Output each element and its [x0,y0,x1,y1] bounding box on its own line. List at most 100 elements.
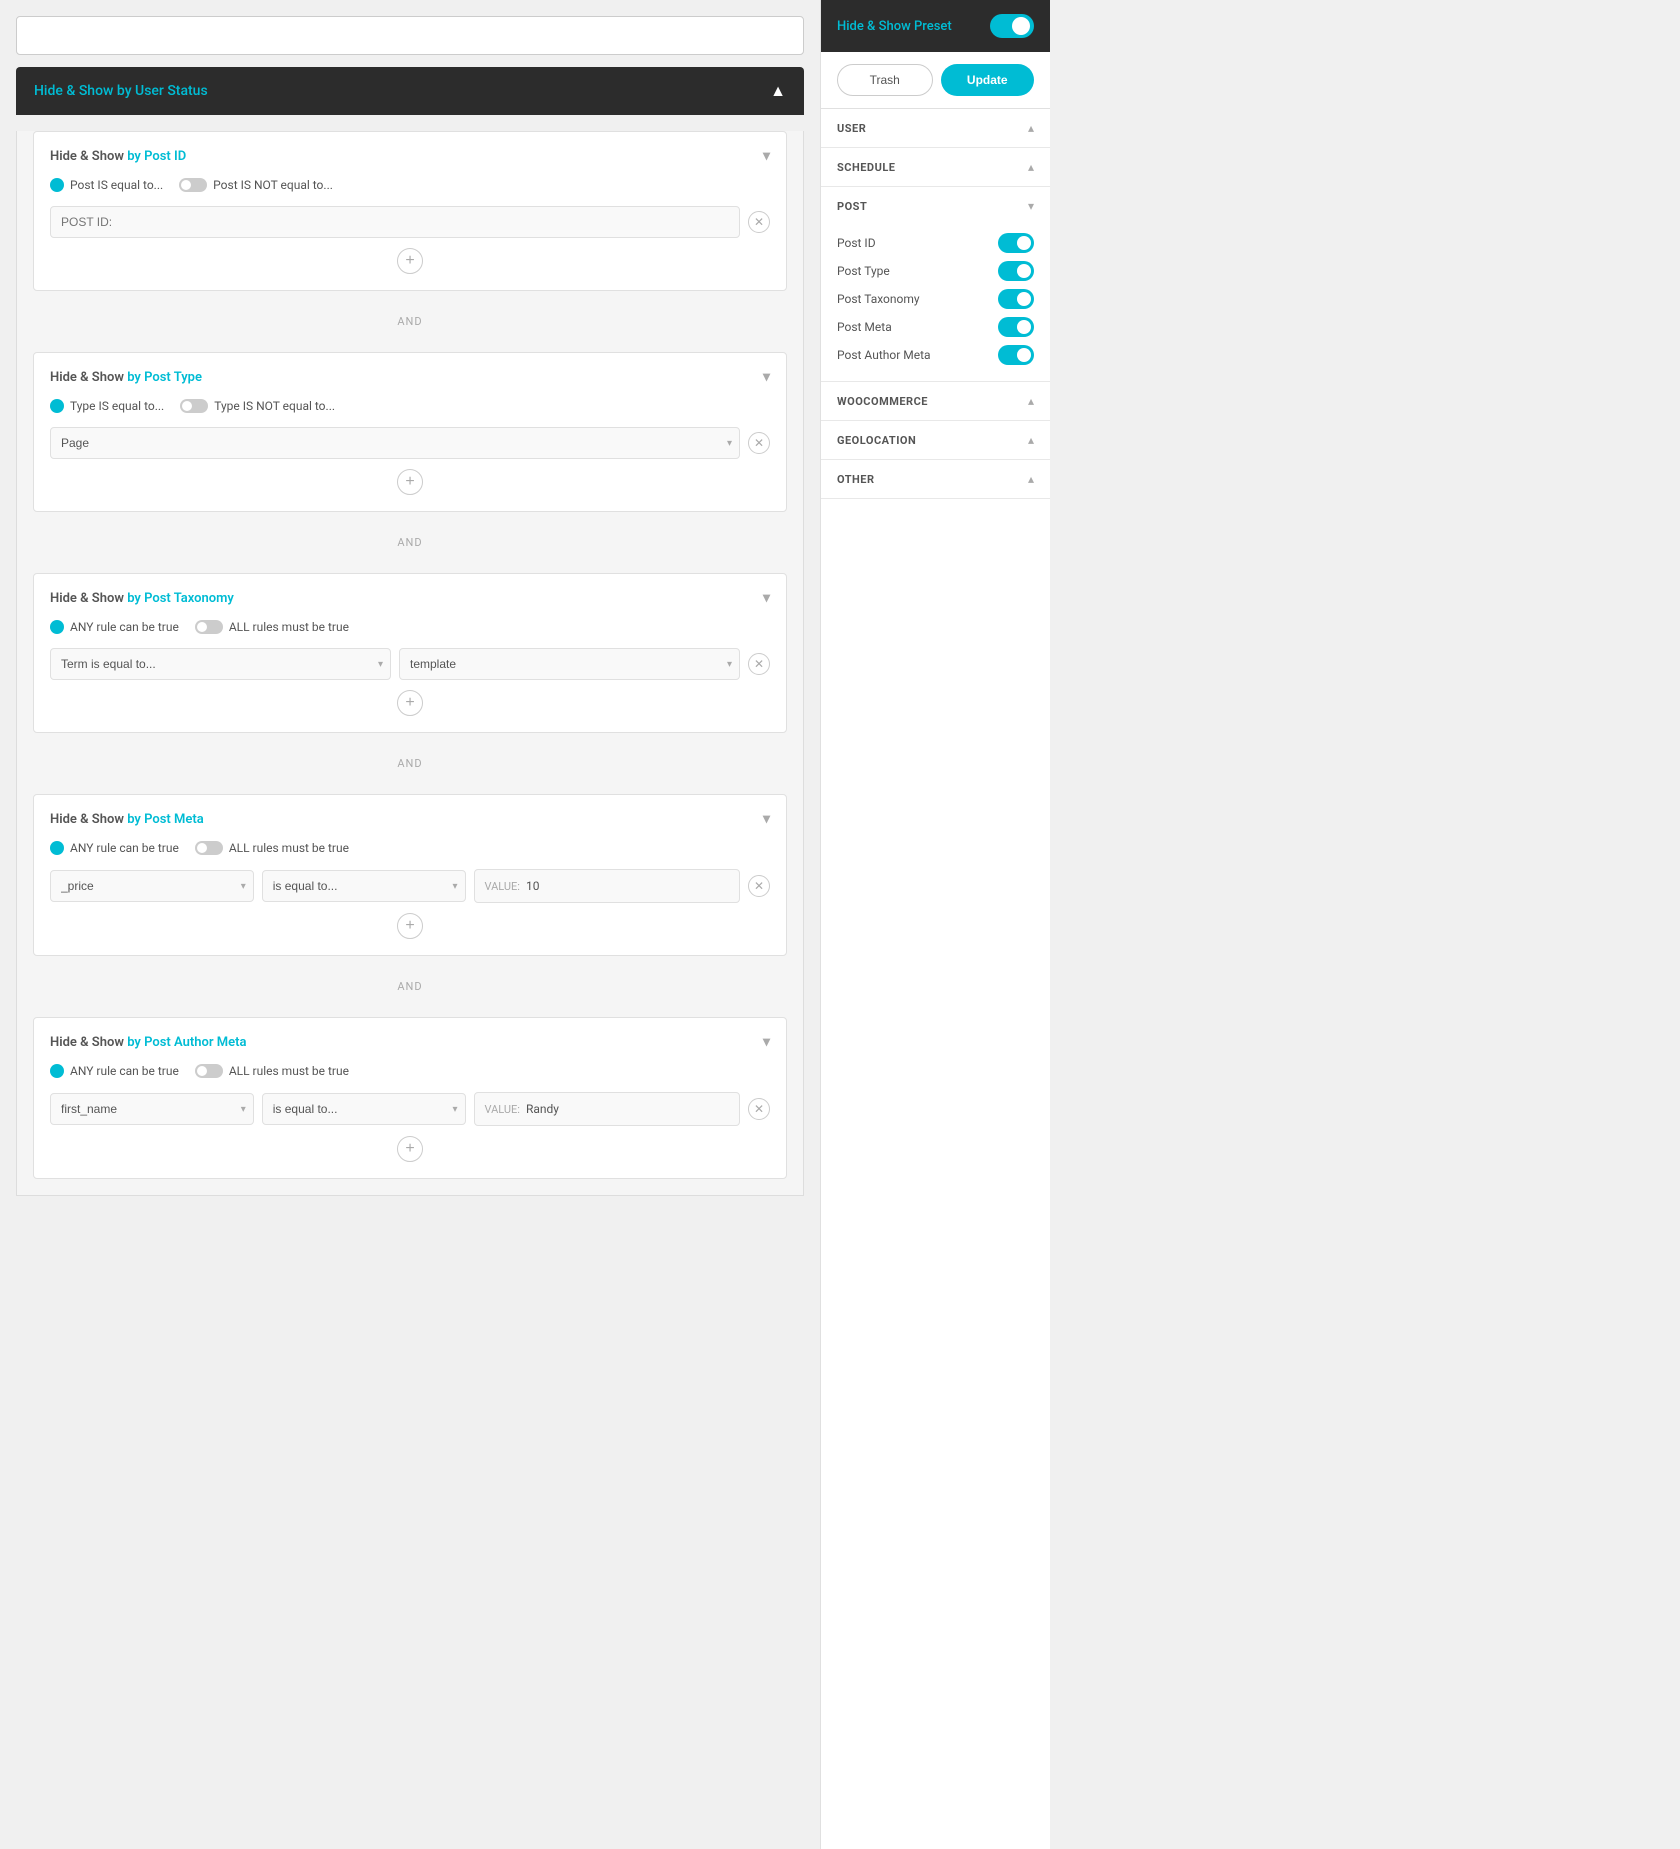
sidebar-woocommerce-label: WOOCOMMERCE [837,395,928,408]
sidebar-section-post: POST ▾ Post ID Post Type Post Taxonomy P… [821,187,1050,382]
post-meta-close-btn[interactable]: ✕ [748,875,770,897]
sidebar-woocommerce-chevron: ▴ [1028,394,1034,408]
post-meta-inactive-toggle[interactable] [195,841,223,855]
section-post-meta-chevron[interactable]: ▾ [763,811,770,827]
post-id-input[interactable] [50,206,740,238]
post-type-select[interactable]: Page [50,427,740,459]
sidebar-geolocation-chevron: ▴ [1028,433,1034,447]
sidebar-schedule-label: SCHEDULE [837,161,895,174]
and-1: AND [17,307,803,336]
post-author-meta-active-dot [50,1064,64,1078]
sidebar-section-schedule-header[interactable]: SCHEDULE ▴ [821,148,1050,186]
sidebar-section-woocommerce-header[interactable]: WOOCOMMERCE ▴ [821,382,1050,420]
post-type-inactive-toggle[interactable] [180,399,208,413]
post-author-meta-add-btn[interactable]: + [397,1136,423,1162]
section-post-author-meta-title: Hide & Show by Post Author Meta ▾ [50,1034,770,1050]
preset-title-input[interactable]: Geolocation Preset [16,16,804,55]
taxonomy-value-select[interactable]: template [399,648,740,680]
post-taxonomy-add-btn[interactable]: + [397,690,423,716]
section-post-type-chevron[interactable]: ▾ [763,369,770,385]
post-id-inactive-option[interactable]: Post IS NOT equal to... [179,178,333,192]
sidebar-toggle-post-author-meta[interactable] [998,345,1034,365]
sidebar-section-other-header[interactable]: OTHER ▴ [821,460,1050,498]
post-type-toggle-row: Type IS equal to... Type IS NOT equal to… [50,399,770,413]
sidebar-item-post-type: Post Type [837,257,1034,285]
post-id-close-btn[interactable]: ✕ [748,211,770,233]
sidebar-section-user-header[interactable]: USER ▴ [821,109,1050,147]
header-chevron-up[interactable]: ▲ [770,81,786,101]
sidebar-post-items: Post ID Post Type Post Taxonomy Post Met… [821,225,1050,381]
post-taxonomy-inactive-option[interactable]: ALL rules must be true [195,620,349,634]
sidebar-item-post-author-meta: Post Author Meta [837,341,1034,369]
post-taxonomy-active-option[interactable]: ANY rule can be true [50,620,179,634]
post-taxonomy-inactive-toggle[interactable] [195,620,223,634]
header-title: Hide & Show by User Status [34,83,208,99]
section-post-id-title: Hide & Show by Post ID ▾ [50,148,770,164]
post-author-meta-inactive-option[interactable]: ALL rules must be true [195,1064,349,1078]
sidebar-item-post-meta-label: Post Meta [837,320,892,334]
sidebar-section-geolocation-header[interactable]: GEOLOCATION ▴ [821,421,1050,459]
sidebar-geolocation-label: GEOLOCATION [837,434,916,447]
sidebar-section-schedule: SCHEDULE ▴ [821,148,1050,187]
sections-container: Hide & Show by Post ID ▾ Post IS equal t… [16,131,804,1196]
post-type-active-option[interactable]: Type IS equal to... [50,399,164,413]
post-id-add-btn[interactable]: + [397,248,423,274]
post-meta-active-option[interactable]: ANY rule can be true [50,841,179,855]
post-id-active-option[interactable]: Post IS equal to... [50,178,163,192]
meta-condition-select-wrapper: is equal to... ▾ [262,870,466,902]
user-status-header: Hide & Show by User Status ▲ [16,67,804,115]
and-3: AND [17,749,803,778]
trash-button[interactable]: Trash [837,64,933,96]
sidebar-section-user: USER ▴ [821,109,1050,148]
sidebar: Hide & Show Preset Trash Update USER ▴ S… [820,0,1050,1849]
taxonomy-value-select-wrapper: template ▾ [399,648,740,680]
post-meta-inactive-option[interactable]: ALL rules must be true [195,841,349,855]
section-post-id-chevron[interactable]: ▾ [763,148,770,164]
author-meta-value-input: VALUE: Randy [474,1092,741,1126]
sidebar-section-other: OTHER ▴ [821,460,1050,499]
post-type-inactive-option[interactable]: Type IS NOT equal to... [180,399,335,413]
sidebar-preset-toggle[interactable] [990,14,1034,38]
post-author-meta-inactive-toggle[interactable] [195,1064,223,1078]
post-meta-active-dot [50,841,64,855]
sidebar-item-post-taxonomy: Post Taxonomy [837,285,1034,313]
post-type-add-btn[interactable]: + [397,469,423,495]
sidebar-user-chevron: ▴ [1028,121,1034,135]
meta-key-select-wrapper: _price ▾ [50,870,254,902]
section-post-id: Hide & Show by Post ID ▾ Post IS equal t… [33,131,787,291]
author-meta-condition-select[interactable]: is equal to... [262,1093,466,1125]
sidebar-section-woocommerce: WOOCOMMERCE ▴ [821,382,1050,421]
section-post-taxonomy-title: Hide & Show by Post Taxonomy ▾ [50,590,770,606]
term-select[interactable]: Term is equal to... [50,648,391,680]
meta-condition-select[interactable]: is equal to... [262,870,466,902]
post-taxonomy-close-btn[interactable]: ✕ [748,653,770,675]
section-post-author-meta: Hide & Show by Post Author Meta ▾ ANY ru… [33,1017,787,1179]
sidebar-user-label: USER [837,122,866,135]
section-post-author-meta-chevron[interactable]: ▾ [763,1034,770,1050]
update-button[interactable]: Update [941,64,1035,96]
post-id-inactive-toggle[interactable] [179,178,207,192]
meta-key-select[interactable]: _price [50,870,254,902]
sidebar-post-chevron: ▾ [1028,199,1034,213]
and-4: AND [17,972,803,1001]
sidebar-item-post-id-label: Post ID [837,236,876,250]
section-post-taxonomy-chevron[interactable]: ▾ [763,590,770,606]
section-post-type: Hide & Show by Post Type ▾ Type IS equal… [33,352,787,512]
sidebar-item-post-taxonomy-label: Post Taxonomy [837,292,920,306]
post-meta-toggle-row: ANY rule can be true ALL rules must be t… [50,841,770,855]
post-meta-add-btn[interactable]: + [397,913,423,939]
sidebar-toggle-post-id[interactable] [998,233,1034,253]
sidebar-item-post-type-label: Post Type [837,264,890,278]
sidebar-item-post-id: Post ID [837,229,1034,257]
post-taxonomy-active-dot [50,620,64,634]
sidebar-toggle-post-taxonomy[interactable] [998,289,1034,309]
post-author-meta-active-option[interactable]: ANY rule can be true [50,1064,179,1078]
sidebar-actions: Trash Update [821,52,1050,109]
sidebar-section-post-header[interactable]: POST ▾ [821,187,1050,225]
sidebar-item-post-author-meta-label: Post Author Meta [837,348,931,362]
author-meta-key-select[interactable]: first_name [50,1093,254,1125]
post-author-meta-close-btn[interactable]: ✕ [748,1098,770,1120]
sidebar-toggle-post-meta[interactable] [998,317,1034,337]
post-type-close-btn[interactable]: ✕ [748,432,770,454]
sidebar-toggle-post-type[interactable] [998,261,1034,281]
